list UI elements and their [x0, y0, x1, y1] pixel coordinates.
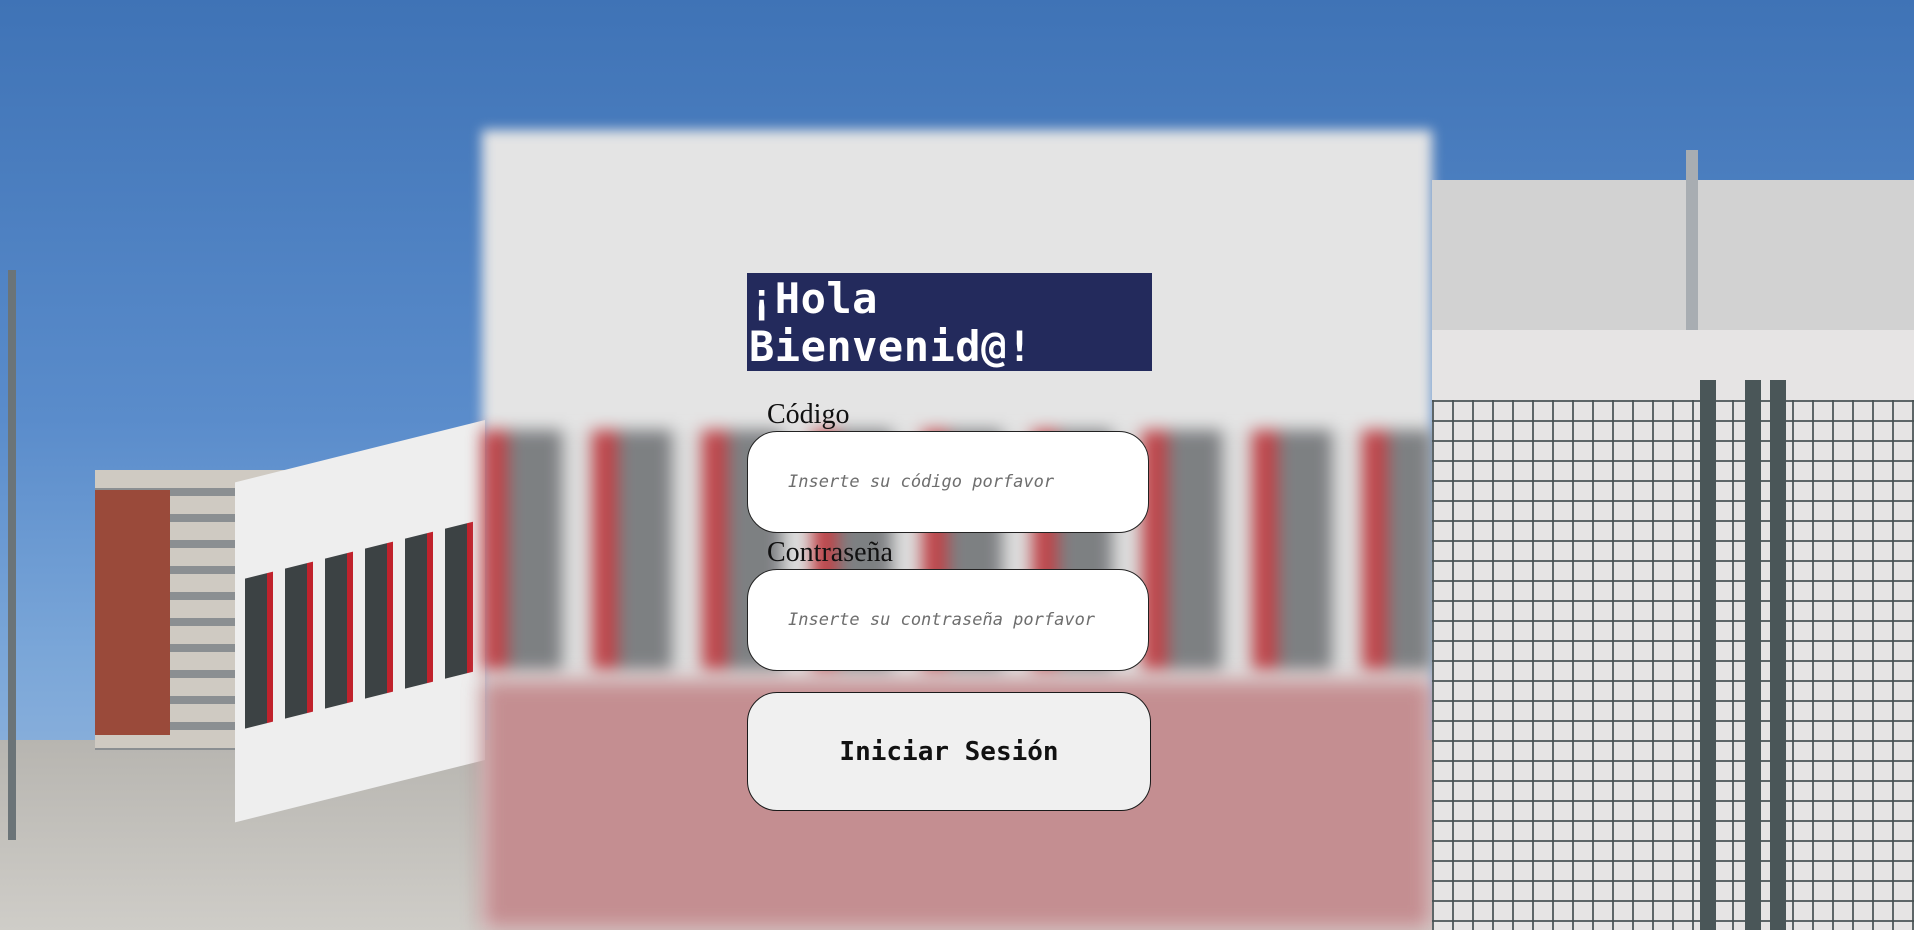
- street-lamp: [8, 270, 16, 840]
- chimney: [1686, 150, 1698, 330]
- fence-post: [1770, 380, 1786, 930]
- brick-building: [95, 490, 170, 735]
- mesh-fence: [1432, 400, 1914, 930]
- login-form: ¡Hola Bienvenid@! Código Contraseña Inic…: [747, 273, 1152, 811]
- password-label: Contraseña: [767, 537, 893, 568]
- login-button[interactable]: Iniciar Sesión: [747, 692, 1151, 811]
- fence-post: [1700, 380, 1716, 930]
- school-roof-right: [1432, 180, 1914, 330]
- fence-post: [1745, 380, 1761, 930]
- code-label: Código: [767, 399, 850, 430]
- code-input[interactable]: [747, 431, 1149, 533]
- password-input[interactable]: [747, 569, 1149, 671]
- welcome-title: ¡Hola Bienvenid@!: [747, 273, 1152, 371]
